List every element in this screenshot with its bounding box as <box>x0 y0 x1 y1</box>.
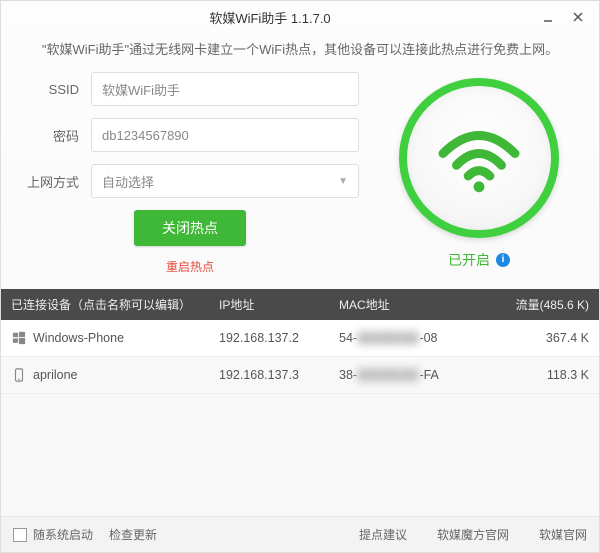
device-icon <box>11 330 27 346</box>
titlebar: 软媒WiFi助手 1.1.7.0 <box>1 1 599 33</box>
minimize-button[interactable] <box>533 5 563 29</box>
device-mac: 38-XX-XX-XX-FA <box>339 368 489 382</box>
devices-table: 已连接设备（点击名称可以编辑） IP地址 MAC地址 流量(485.6 K) W… <box>1 289 599 394</box>
empty-area <box>1 394 599 516</box>
password-input[interactable] <box>91 118 359 152</box>
description: "软媒WiFi助手"通过无线网卡建立一个WiFi热点，其他设备可以连接此热点进行… <box>1 33 599 72</box>
window-title: 软媒WiFi助手 1.1.7.0 <box>7 8 533 27</box>
footer: 随系统启动 检查更新 提点建议 软媒魔方官网 软媒官网 <box>1 516 599 552</box>
device-icon <box>11 367 27 383</box>
check-update-link[interactable]: 检查更新 <box>109 526 157 543</box>
device-ip: 192.168.137.3 <box>219 368 339 382</box>
close-button[interactable] <box>563 5 593 29</box>
col-devices: 已连接设备（点击名称可以编辑） <box>11 296 219 313</box>
main-panel: SSID 密码 上网方式 自动选择 ▼ 关闭热点 重启热点 <box>1 72 599 283</box>
mode-select[interactable]: 自动选择 ▼ <box>91 164 359 198</box>
col-traffic: 流量(485.6 K) <box>489 296 589 313</box>
mode-value: 自动选择 <box>102 172 154 191</box>
device-traffic: 367.4 K <box>489 331 589 345</box>
device-traffic: 118.3 K <box>489 368 589 382</box>
checkbox-icon <box>13 528 27 542</box>
mode-label: 上网方式 <box>21 172 91 191</box>
suggestion-link[interactable]: 提点建议 <box>359 526 407 543</box>
device-name[interactable]: Windows-Phone <box>33 331 124 345</box>
table-row: Windows-Phone 192.168.137.254-XX-XX-XX-08… <box>1 320 599 357</box>
status-panel: 已开启 i <box>379 72 579 275</box>
password-label: 密码 <box>21 126 91 145</box>
hotspot-form: SSID 密码 上网方式 自动选择 ▼ 关闭热点 重启热点 <box>21 72 379 275</box>
col-ip: IP地址 <box>219 296 339 313</box>
device-name[interactable]: aprilone <box>33 368 77 382</box>
mofang-link[interactable]: 软媒魔方官网 <box>437 526 509 543</box>
restart-hotspot-link[interactable]: 重启热点 <box>21 258 359 275</box>
autostart-checkbox[interactable]: 随系统启动 <box>13 526 93 543</box>
ruanmei-link[interactable]: 软媒官网 <box>539 526 587 543</box>
wifi-indicator-icon <box>399 78 559 238</box>
info-icon[interactable]: i <box>496 253 510 267</box>
device-mac: 54-XX-XX-XX-08 <box>339 331 489 345</box>
autostart-label: 随系统启动 <box>33 526 93 543</box>
ssid-label: SSID <box>21 82 91 97</box>
col-mac: MAC地址 <box>339 296 489 313</box>
close-hotspot-button[interactable]: 关闭热点 <box>134 210 246 246</box>
device-ip: 192.168.137.2 <box>219 331 339 345</box>
table-header: 已连接设备（点击名称可以编辑） IP地址 MAC地址 流量(485.6 K) <box>1 289 599 320</box>
table-row: aprilone 192.168.137.338-XX-XX-XX-FA118.3… <box>1 357 599 394</box>
chevron-down-icon: ▼ <box>338 176 348 187</box>
status-label: 已开启 <box>448 250 490 270</box>
ssid-input[interactable] <box>91 72 359 106</box>
